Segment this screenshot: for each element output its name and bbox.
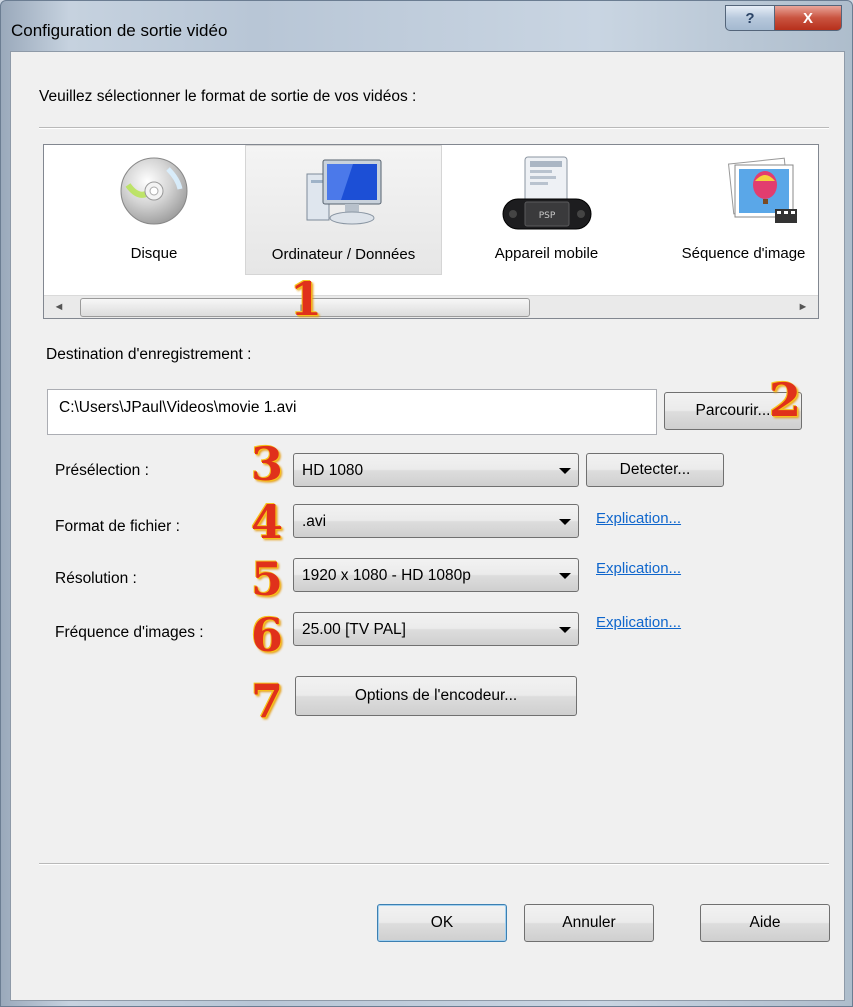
help-button[interactable]: Aide (700, 904, 830, 942)
resolution-value: 1920 x 1080 - HD 1080p (302, 567, 471, 584)
resolution-label: Résolution : (55, 570, 137, 587)
file-format-label: Format de fichier : (55, 518, 180, 535)
file-format-explain-link[interactable]: Explication... (596, 510, 681, 527)
file-format-value: .avi (302, 513, 327, 530)
detect-button[interactable]: Detecter... (586, 453, 724, 487)
psp-label: PSP (538, 211, 555, 221)
help-title-button[interactable]: ? (725, 5, 775, 31)
file-format-select[interactable]: .avi (293, 504, 579, 538)
separator-top (39, 127, 829, 129)
separator-bottom (39, 863, 829, 865)
preset-select[interactable]: HD 1080 (293, 453, 579, 487)
disc-icon (120, 157, 188, 225)
preset-value: HD 1080 (302, 462, 364, 479)
annotation-marker-1: 1 (290, 272, 323, 326)
encoder-options-button[interactable]: Options de l'encodeur... (295, 676, 577, 716)
image-sequence-icon (727, 157, 797, 223)
annotation-marker-4: 4 (251, 495, 284, 549)
ok-button[interactable]: OK (377, 904, 507, 942)
preset-label: Présélection : (55, 462, 149, 479)
format-item-computer[interactable]: Ordinateur / Données (245, 145, 442, 275)
format-item-mobile[interactable]: PSP Appareil mobile (464, 145, 629, 275)
chevron-down-icon (559, 627, 571, 633)
window-title: Configuration de sortie vidéo (11, 21, 228, 40)
psp-device-icon: PSP (502, 156, 591, 230)
instruction-text: Veuillez sélectionner le format de sorti… (39, 88, 417, 105)
computer-icon (306, 159, 381, 225)
dialog-body: Veuillez sélectionner le format de sorti… (10, 51, 845, 1001)
annotation-marker-6: 6 (251, 608, 284, 662)
resolution-select[interactable]: 1920 x 1080 - HD 1080p (293, 558, 579, 592)
framerate-select[interactable]: 25.00 [TV PAL] (293, 612, 579, 646)
framerate-value: 25.00 [TV PAL] (302, 621, 406, 638)
format-label-image-sequence: Séquence d'image (681, 245, 806, 262)
annotation-marker-3: 3 (251, 437, 284, 491)
format-item-image-sequence[interactable]: Séquence d'image (656, 145, 818, 275)
destination-label: Destination d'enregistrement : (46, 346, 252, 363)
chevron-down-icon (559, 519, 571, 525)
annotation-marker-2: 2 (769, 373, 802, 427)
annotation-marker-7: 7 (251, 674, 284, 728)
chevron-down-icon (559, 573, 571, 579)
format-label-computer: Ordinateur / Données (271, 246, 416, 263)
annotation-marker-5: 5 (251, 552, 284, 606)
title-bar[interactable]: Configuration de sortie vidéo ? X (1, 1, 852, 47)
scroll-left-arrow-icon[interactable]: ◄ (48, 296, 70, 318)
framerate-explain-link[interactable]: Explication... (596, 614, 681, 631)
cancel-button[interactable]: Annuler (524, 904, 654, 942)
format-label-disc: Disque (130, 245, 178, 262)
close-button[interactable]: X (774, 5, 842, 31)
destination-path-field[interactable]: C:\Users\JPaul\Videos\movie 1.avi (47, 389, 657, 435)
scroll-right-arrow-icon[interactable]: ► (792, 296, 814, 318)
format-selector[interactable]: Disque Ordinateur / Données PSP Appareil… (43, 144, 819, 319)
framerate-label: Fréquence d'images : (55, 624, 204, 641)
format-label-mobile: Appareil mobile (494, 245, 599, 262)
chevron-down-icon (559, 468, 571, 474)
resolution-explain-link[interactable]: Explication... (596, 560, 681, 577)
format-item-disc[interactable]: Disque (84, 145, 224, 275)
dialog-window: Configuration de sortie vidéo ? X Veuill… (0, 0, 853, 1007)
horizontal-scrollbar[interactable]: ◄ III ► (44, 295, 818, 318)
